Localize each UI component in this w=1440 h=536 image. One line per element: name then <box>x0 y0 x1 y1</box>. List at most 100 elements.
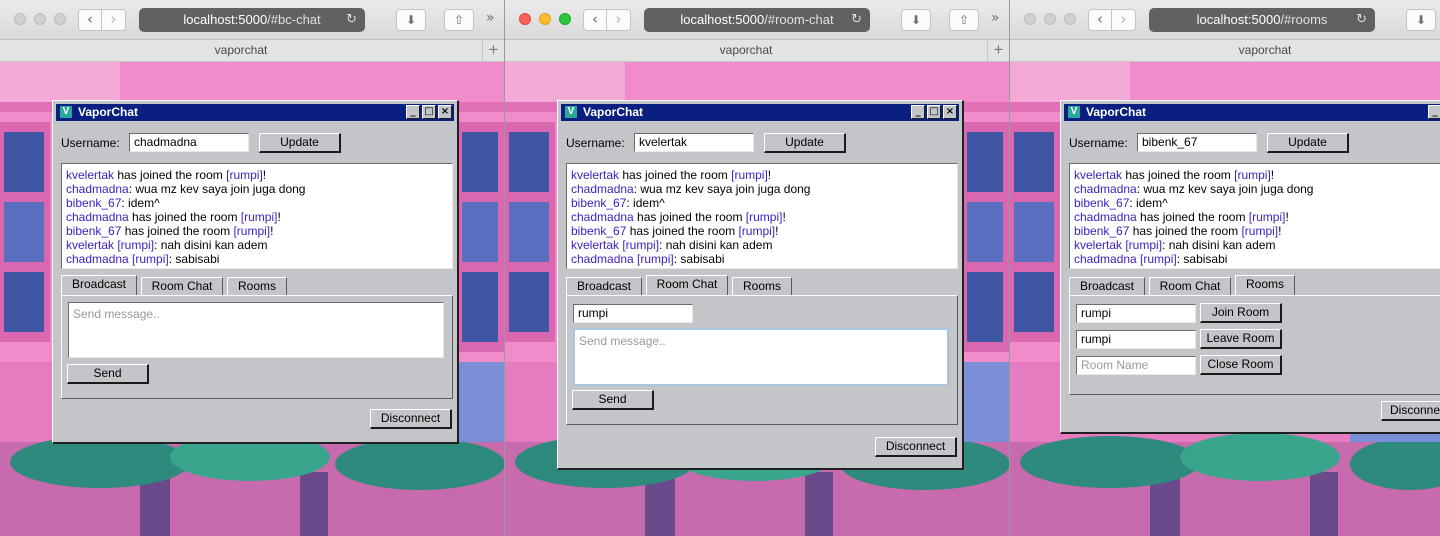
close-icon[interactable]: × <box>943 105 957 119</box>
more-icon[interactable]: » <box>991 10 1000 26</box>
join-room-button[interactable]: Join Room <box>1200 303 1282 323</box>
chat-log[interactable]: kvelertak has joined the room [rumpi]! c… <box>1069 163 1440 269</box>
chat-line: kvelertak [rumpi]: nah disini kan adem <box>66 238 268 252</box>
browser-tab-title[interactable]: vaporchat <box>505 43 987 57</box>
update-button[interactable]: Update <box>764 133 846 153</box>
disconnect-button[interactable]: Disconnect <box>1381 401 1440 421</box>
url-path: /#room-chat <box>764 12 834 27</box>
message-textarea[interactable]: Send message.. <box>68 302 444 358</box>
message-textarea[interactable]: Send message.. <box>573 328 949 386</box>
download-button[interactable]: ⬇ <box>901 9 931 31</box>
update-button[interactable]: Update <box>259 133 341 153</box>
send-button[interactable]: Send <box>572 390 654 410</box>
maximize-icon[interactable]: □ <box>422 105 436 119</box>
maximize-icon[interactable]: □ <box>927 105 941 119</box>
zoom-window-icon[interactable] <box>54 13 66 25</box>
disconnect-button[interactable]: Disconnect <box>875 437 957 457</box>
window-title: VaporChat <box>78 105 139 119</box>
minimize-icon[interactable]: _ <box>1428 105 1440 119</box>
pane-divider <box>504 0 505 536</box>
tab-room-chat[interactable]: Room Chat <box>141 277 223 296</box>
tab-rooms[interactable]: Rooms <box>1235 275 1295 296</box>
close-window-icon[interactable] <box>14 13 26 25</box>
tab-room-chat[interactable]: Room Chat <box>1149 277 1231 296</box>
disconnect-button[interactable]: Disconnect <box>370 409 452 429</box>
vaporchat-window: V VaporChat _ □ Username: bibenk_67 Upda… <box>1060 100 1440 434</box>
vaporchat-window: V VaporChat _ □ × Username: kvelertak Up… <box>557 100 964 470</box>
browser-tab-bar: vaporchat <box>1010 40 1440 62</box>
zoom-window-icon[interactable] <box>559 13 571 25</box>
close-window-icon[interactable] <box>1024 13 1036 25</box>
download-button[interactable]: ⬇ <box>396 9 426 31</box>
chat-line: kvelertak [rumpi]: nah disini kan adem <box>571 238 773 252</box>
url-path: /#bc-chat <box>267 12 321 27</box>
new-tab-button[interactable]: + <box>482 40 504 61</box>
room-input[interactable]: rumpi <box>573 304 693 323</box>
share-button[interactable]: ⇧ <box>444 9 474 31</box>
title-bar: V VaporChat _ □ × <box>561 104 959 121</box>
chat-log[interactable]: kvelertak has joined the room [rumpi]! c… <box>566 163 958 269</box>
chat-line: chadmadna: wua mz kev saya join juga don… <box>66 182 306 196</box>
more-icon[interactable]: » <box>486 10 495 26</box>
zoom-window-icon[interactable] <box>1064 13 1076 25</box>
back-button[interactable]: ‹ <box>1088 9 1112 31</box>
update-button[interactable]: Update <box>1267 133 1349 153</box>
address-bar[interactable]: localhost:5000/#bc-chat ↻ <box>139 8 365 32</box>
username-label: Username: <box>566 136 625 150</box>
back-button[interactable]: ‹ <box>583 9 607 31</box>
username-input[interactable]: kvelertak <box>634 133 754 152</box>
tab-broadcast[interactable]: Broadcast <box>566 277 642 296</box>
forward-button[interactable]: › <box>102 9 126 31</box>
username-input[interactable]: bibenk_67 <box>1137 133 1257 152</box>
chat-line: chadmadna [rumpi]: sabisabi <box>1074 252 1228 266</box>
join-room-input[interactable]: rumpi <box>1076 304 1196 323</box>
address-bar[interactable]: localhost:5000/#rooms ↻ <box>1149 8 1375 32</box>
tab-broadcast[interactable]: Broadcast <box>61 275 137 296</box>
close-room-input[interactable]: Room Name <box>1076 356 1196 375</box>
chat-line: chadmadna: wua mz kev saya join juga don… <box>571 182 811 196</box>
url-host: localhost:5000 <box>1196 12 1281 27</box>
minimize-icon[interactable]: _ <box>406 105 420 119</box>
tab-room-chat[interactable]: Room Chat <box>646 275 728 296</box>
minimize-window-icon[interactable] <box>34 13 46 25</box>
send-button[interactable]: Send <box>67 364 149 384</box>
share-button[interactable]: ⇧ <box>949 9 979 31</box>
tab-broadcast[interactable]: Broadcast <box>1069 277 1145 296</box>
share-icon: ⇧ <box>453 13 465 27</box>
tab-rooms[interactable]: Rooms <box>732 277 792 296</box>
title-bar: V VaporChat _ □ × <box>56 104 454 121</box>
close-room-button[interactable]: Close Room <box>1200 355 1282 375</box>
chat-line: kvelertak has joined the room [rumpi]! <box>1074 168 1275 182</box>
download-button[interactable]: ⬇ <box>1406 9 1436 31</box>
username-input[interactable]: chadmadna <box>129 133 249 152</box>
minimize-window-icon[interactable] <box>1044 13 1056 25</box>
new-tab-button[interactable]: + <box>987 40 1009 61</box>
close-icon[interactable]: × <box>438 105 452 119</box>
chat-log[interactable]: kvelertak has joined the room [rumpi]! c… <box>61 163 453 269</box>
chat-line: chadmadna has joined the room [rumpi]! <box>571 210 786 224</box>
browser-toolbar: ‹ › localhost:5000/#room-chat ↻ ⬇ ⇧ » <box>505 0 1009 40</box>
reload-icon[interactable]: ↻ <box>851 8 862 32</box>
leave-room-button[interactable]: Leave Room <box>1200 329 1282 349</box>
close-window-icon[interactable] <box>519 13 531 25</box>
tab-panel: rumpi Send message.. Send <box>566 295 958 425</box>
tab-rooms[interactable]: Rooms <box>227 277 287 296</box>
browser-tab-title[interactable]: vaporchat <box>0 43 482 57</box>
url-path: /#rooms <box>1280 12 1328 27</box>
minimize-icon[interactable]: _ <box>911 105 925 119</box>
forward-button[interactable]: › <box>607 9 631 31</box>
browser-tab-title[interactable]: vaporchat <box>1010 43 1440 57</box>
address-bar[interactable]: localhost:5000/#room-chat ↻ <box>644 8 870 32</box>
title-buttons: _ □ × <box>406 105 452 119</box>
chat-line: bibenk_67: idem^ <box>1074 196 1168 210</box>
browser-toolbar: ‹ › localhost:5000/#rooms ↻ ⬇ <box>1010 0 1440 40</box>
minimize-window-icon[interactable] <box>539 13 551 25</box>
forward-button[interactable]: › <box>1112 9 1136 31</box>
back-button[interactable]: ‹ <box>78 9 102 31</box>
chat-line: chadmadna: wua mz kev saya join juga don… <box>1074 182 1314 196</box>
reload-icon[interactable]: ↻ <box>346 8 357 32</box>
title-buttons: _ □ × <box>911 105 957 119</box>
reload-icon[interactable]: ↻ <box>1356 8 1367 32</box>
tab-panel: Send message.. Send <box>61 295 453 399</box>
leave-room-input[interactable]: rumpi <box>1076 330 1196 349</box>
